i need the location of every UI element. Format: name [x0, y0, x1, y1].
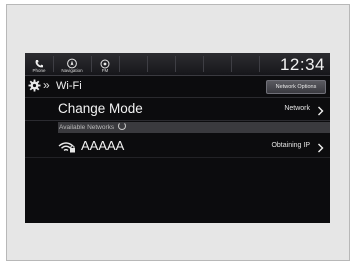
page-title: Wi-Fi — [56, 80, 82, 92]
status-bar: Phone Navigation FM 12:34 — [25, 53, 330, 76]
phone-shortcut[interactable]: Phone — [27, 53, 51, 75]
change-mode-row[interactable]: Change Mode Network — [25, 98, 330, 121]
network-name: AAAAA — [81, 138, 125, 153]
phone-label: Phone — [32, 68, 46, 73]
divider — [119, 56, 120, 72]
chevron-right-icon — [317, 140, 324, 158]
double-chevron-icon: » — [43, 78, 50, 92]
change-mode-label: Change Mode — [58, 101, 143, 116]
loading-spinner-icon — [117, 122, 126, 130]
network-list-item[interactable]: AAAAA Obtaining IP — [25, 135, 330, 158]
divider — [147, 56, 148, 72]
gear-icon[interactable] — [28, 79, 41, 97]
divider — [231, 56, 232, 72]
change-mode-value: Network — [284, 105, 310, 112]
divider — [175, 56, 176, 72]
available-networks-header: Available Networks — [58, 122, 330, 133]
breadcrumb: » Wi-Fi Network Options — [25, 76, 330, 98]
network-status: Obtaining IP — [271, 142, 310, 149]
wifi-locked-icon — [58, 140, 76, 158]
navigation-label: Navigation — [61, 68, 83, 73]
infotainment-screen: Phone Navigation FM 12:34 » Wi-Fi Networ… — [25, 53, 330, 223]
divider — [53, 56, 54, 72]
divider — [203, 56, 204, 72]
divider — [91, 56, 92, 72]
navigation-shortcut[interactable]: Navigation — [55, 53, 89, 75]
network-options-button[interactable]: Network Options — [266, 80, 326, 94]
fm-label: FM — [101, 68, 109, 73]
clock: 12:34 — [279, 55, 325, 74]
fm-shortcut[interactable]: FM — [93, 53, 117, 75]
chevron-right-icon — [317, 103, 324, 121]
divider — [259, 56, 260, 72]
available-networks-label: Available Networks — [59, 124, 115, 131]
